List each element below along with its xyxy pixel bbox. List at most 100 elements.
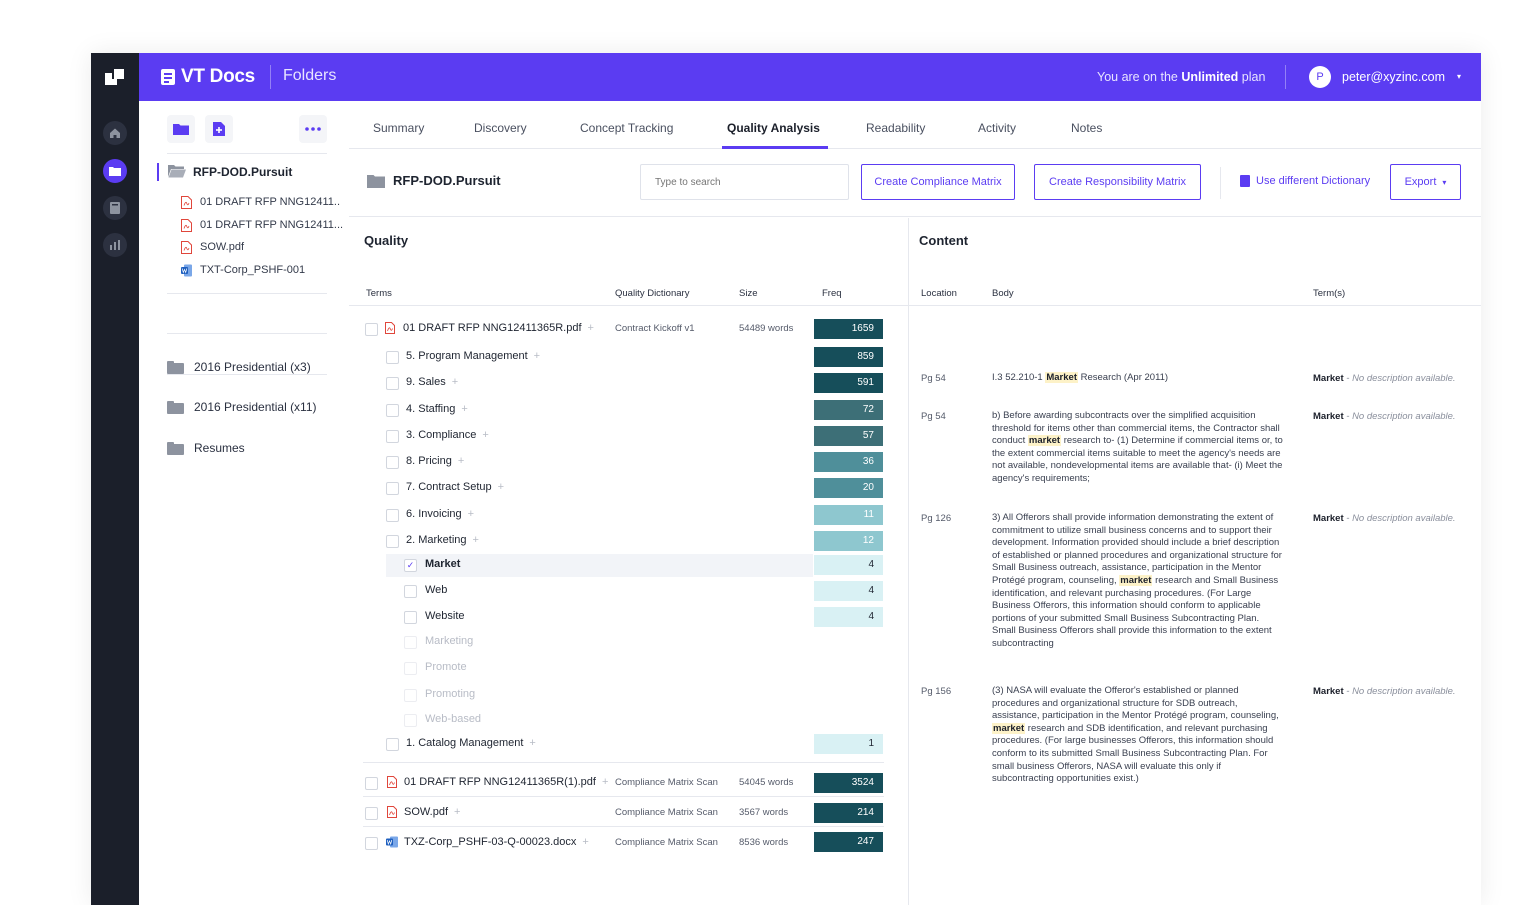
term-name[interactable]: Market <box>1313 373 1344 384</box>
content-term: Market - No description available. <box>1313 513 1456 524</box>
new-document-icon[interactable] <box>205 115 233 143</box>
highlighted-term[interactable]: market <box>992 722 1026 734</box>
topbar-separator <box>1285 65 1286 89</box>
freq-bar: 214 <box>814 803 883 823</box>
plan-name: Unlimited <box>1181 70 1239 84</box>
sidebar-folder[interactable]: Resumes <box>167 439 245 457</box>
table-row: 01 DRAFT RFP NNG12411365R(1).pdf + Compli… <box>349 771 908 795</box>
tab-concept-tracking[interactable]: Concept Tracking <box>580 121 673 135</box>
row-checkbox[interactable] <box>386 377 399 390</box>
tab-discovery[interactable]: Discovery <box>474 121 527 135</box>
table-row: 6. Invoicing +11 <box>349 503 908 527</box>
user-email[interactable]: peter@xyzinc.com <box>1342 70 1445 84</box>
tab-summary[interactable]: Summary <box>373 121 424 135</box>
export-button[interactable]: Export ▾ <box>1390 164 1461 200</box>
row-checkbox[interactable] <box>365 323 378 336</box>
add-icon[interactable]: + <box>454 806 460 818</box>
row-checkbox[interactable] <box>386 351 399 364</box>
category-label[interactable]: 2. Marketing + <box>406 534 479 546</box>
add-icon[interactable]: + <box>602 776 608 788</box>
user-menu-caret-icon[interactable]: ▾ <box>1457 72 1461 81</box>
highlighted-term[interactable]: Market <box>1045 372 1078 383</box>
tab-activity[interactable]: Activity <box>978 121 1016 135</box>
term-label[interactable]: Web <box>425 584 447 596</box>
document-name-text: TXZ-Corp_PSHF-03-Q-00023.docx <box>404 836 577 848</box>
add-icon[interactable]: + <box>588 322 594 334</box>
row-checkbox[interactable] <box>365 837 378 850</box>
tab-quality-analysis[interactable]: Quality Analysis <box>727 121 820 135</box>
tree-root-folder[interactable]: RFP-DOD.Pursuit <box>157 163 339 181</box>
document-name[interactable]: SOW.pdf + <box>404 806 460 818</box>
sidebar-file[interactable]: 01 DRAFT RFP NNG12411... <box>181 217 343 233</box>
search-input[interactable] <box>640 164 849 200</box>
analytics-icon[interactable] <box>103 233 127 257</box>
add-icon[interactable]: + <box>461 403 467 415</box>
highlighted-term[interactable]: market <box>1027 435 1062 447</box>
more-options-icon[interactable] <box>299 115 327 143</box>
term-label[interactable]: Market <box>425 558 460 570</box>
create-compliance-matrix-button[interactable]: Create Compliance Matrix <box>861 164 1015 200</box>
add-icon[interactable]: + <box>498 481 504 493</box>
category-label[interactable]: 4. Staffing + <box>406 403 468 415</box>
term-checkbox[interactable] <box>404 585 417 598</box>
tab-bar: Summary Discovery Concept Tracking Quali… <box>349 101 1481 149</box>
sidebar-file[interactable]: 01 DRAFT RFP NNG12411.. <box>181 194 340 210</box>
category-label[interactable]: 8. Pricing + <box>406 455 464 467</box>
add-icon[interactable]: + <box>452 376 458 388</box>
row-checkbox[interactable] <box>386 535 399 548</box>
freq-bar: 1 <box>814 734 883 754</box>
avatar[interactable]: P <box>1309 66 1331 88</box>
add-icon[interactable]: + <box>482 429 488 441</box>
row-checkbox[interactable] <box>386 404 399 417</box>
add-icon[interactable]: + <box>534 350 540 362</box>
freq-bar: 12 <box>814 531 883 551</box>
category-label[interactable]: 1. Catalog Management + <box>406 737 536 749</box>
document-name[interactable]: 01 DRAFT RFP NNG12411365R.pdf + <box>403 322 594 334</box>
term-name[interactable]: Market <box>1313 411 1344 422</box>
term-checkbox <box>404 636 417 649</box>
row-checkbox[interactable] <box>386 430 399 443</box>
sidebar-file[interactable]: SOW.pdf <box>181 239 244 255</box>
quality-heading: Quality <box>364 233 409 248</box>
category-label[interactable]: 7. Contract Setup + <box>406 481 504 493</box>
toolbar-separator <box>1220 167 1221 199</box>
category-label[interactable]: 6. Invoicing + <box>406 508 474 520</box>
row-checkbox[interactable] <box>386 738 399 751</box>
tab-notes[interactable]: Notes <box>1071 121 1102 135</box>
row-checkbox[interactable] <box>386 509 399 522</box>
row-checkbox[interactable] <box>386 482 399 495</box>
row-checkbox[interactable] <box>365 807 378 820</box>
category-label[interactable]: 9. Sales + <box>406 376 458 388</box>
add-icon[interactable]: + <box>582 836 588 848</box>
add-icon[interactable]: + <box>529 737 535 749</box>
term-name[interactable]: Market <box>1313 686 1344 697</box>
sidebar-folder-label: 2016 Presidential (x11) <box>194 400 317 414</box>
content-term: Market - No description available. <box>1313 411 1456 422</box>
category-label[interactable]: 5. Program Management + <box>406 350 540 362</box>
term-label[interactable]: Website <box>425 610 465 622</box>
term-checkbox[interactable] <box>404 611 417 624</box>
app-logo-icon[interactable] <box>105 67 125 87</box>
add-icon[interactable]: + <box>468 508 474 520</box>
use-different-dictionary-button[interactable]: Use different Dictionary <box>1240 175 1370 187</box>
row-checkbox[interactable] <box>386 456 399 469</box>
create-responsibility-matrix-button[interactable]: Create Responsibility Matrix <box>1034 164 1201 200</box>
add-icon[interactable]: + <box>473 534 479 546</box>
term-checkbox[interactable]: ✓ <box>404 559 417 572</box>
new-folder-icon[interactable] <box>167 115 195 143</box>
book-icon[interactable] <box>103 196 127 220</box>
document-name[interactable]: TXZ-Corp_PSHF-03-Q-00023.docx + <box>404 836 589 848</box>
document-name[interactable]: 01 DRAFT RFP NNG12411365R(1).pdf + <box>404 776 608 788</box>
highlighted-term[interactable]: market <box>1119 574 1153 586</box>
row-checkbox[interactable] <box>365 777 378 790</box>
add-icon[interactable]: + <box>458 455 464 467</box>
sidebar-folder[interactable]: 2016 Presidential (x11) <box>167 398 317 416</box>
brand[interactable]: VT Docs <box>161 66 255 88</box>
sidebar-file[interactable]: TXT-Corp_PSHF-001 <box>181 262 305 278</box>
tab-readability[interactable]: Readability <box>866 121 925 135</box>
pdf-icon <box>387 776 397 788</box>
term-name[interactable]: Market <box>1313 513 1344 524</box>
home-icon[interactable] <box>103 121 127 145</box>
folders-icon[interactable] <box>103 159 127 183</box>
category-label[interactable]: 3. Compliance + <box>406 429 489 441</box>
